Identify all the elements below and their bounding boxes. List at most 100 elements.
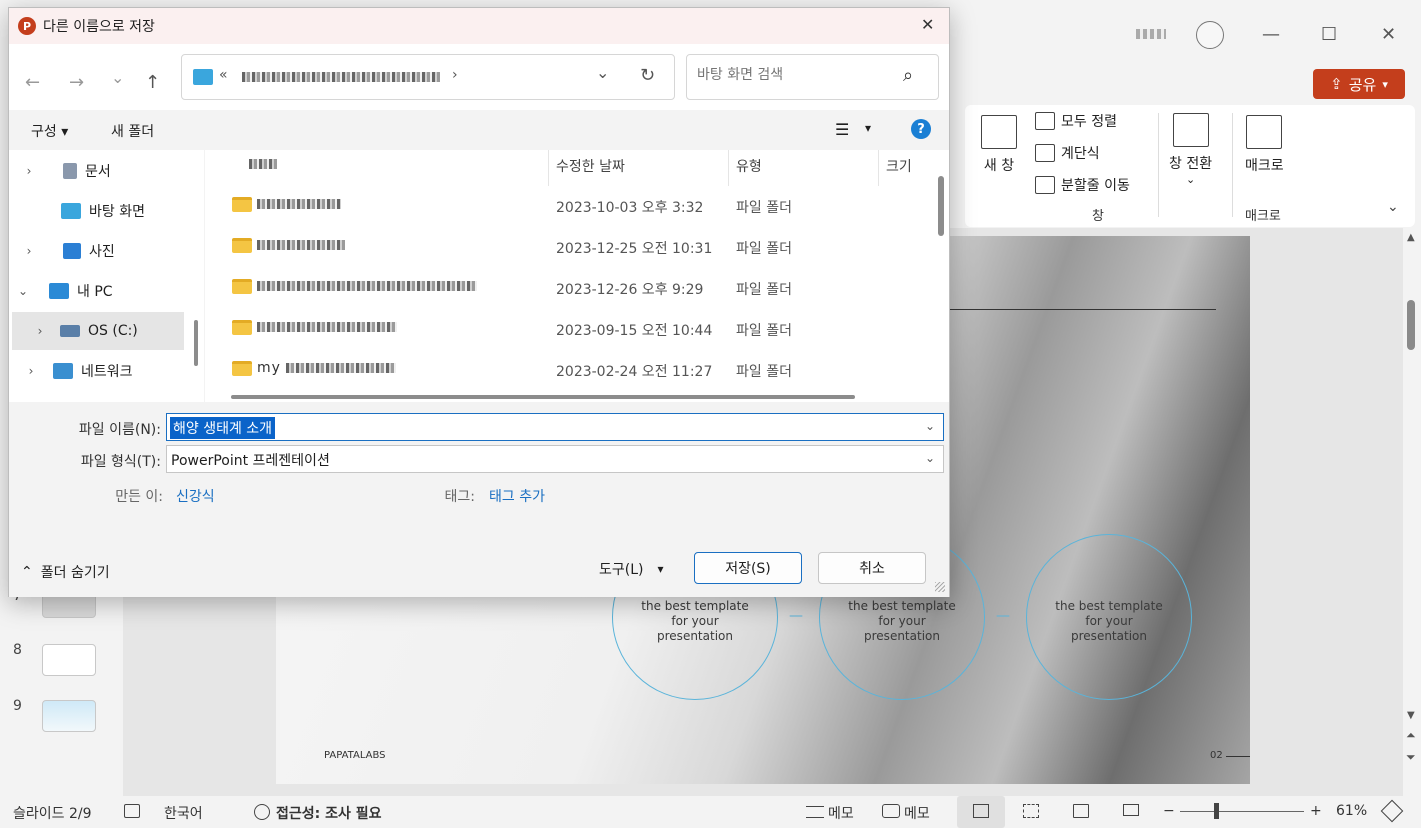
back-button[interactable]: ← <box>25 72 40 93</box>
nav-item-this-pc[interactable]: ⌄ 내 PC <box>9 272 192 310</box>
navigation-scrollbar[interactable] <box>192 150 204 402</box>
avatar[interactable] <box>1196 21 1224 49</box>
comments-button[interactable]: 메모 <box>904 803 930 823</box>
chevron-right-icon[interactable]: › <box>9 364 53 378</box>
search-input[interactable] <box>697 67 897 83</box>
slide-vertical-scrollbar[interactable]: ▲ ▼ ⏶ ⏷ <box>1403 228 1421 796</box>
next-slide-icon[interactable]: ⏷ <box>1406 750 1416 765</box>
dialog-close-icon[interactable]: ✕ <box>921 15 934 34</box>
notes-button[interactable]: 메모 <box>828 803 854 823</box>
column-header-date[interactable]: 수정한 날짜 <box>556 156 625 176</box>
column-header-type[interactable]: 유형 <box>736 156 762 176</box>
scroll-up-icon[interactable]: ▲ <box>1407 232 1415 243</box>
cancel-button[interactable]: 취소 <box>818 552 926 584</box>
filename-value[interactable]: 해양 생태계 소개 <box>170 417 276 439</box>
address-overflow[interactable]: « <box>219 67 228 83</box>
column-separator[interactable] <box>728 150 729 186</box>
minimize-button[interactable]: — <box>1262 24 1280 45</box>
chevron-down-icon: ⌄ <box>1185 173 1196 186</box>
address-bar[interactable]: « › ⌄ ↻ <box>181 54 675 100</box>
column-name-pixelated <box>249 159 277 169</box>
view-options-icon[interactable]: ☰ <box>835 120 849 139</box>
scroll-down-icon[interactable]: ▼ <box>1407 710 1415 721</box>
save-button[interactable]: 저장(S) <box>694 552 802 584</box>
maximize-button[interactable]: ☐ <box>1321 24 1337 45</box>
up-button[interactable]: ↑ <box>145 72 160 93</box>
slideshow-icon[interactable] <box>1123 804 1139 816</box>
view-options-dropdown[interactable]: ▾ <box>865 121 871 135</box>
recent-locations-icon[interactable]: ⌄ <box>111 68 124 87</box>
nav-item-os-c[interactable]: › OS (C:) <box>12 312 184 350</box>
ribbon-collapse-icon[interactable]: ⌄ <box>1387 199 1399 215</box>
chevron-right-icon[interactable]: › <box>9 244 49 258</box>
column-separator[interactable] <box>878 150 879 186</box>
cascade-button[interactable]: 계단식 <box>1035 143 1100 163</box>
accessibility-icon[interactable] <box>254 804 270 820</box>
accessibility-status[interactable]: 접근성: 조사 필요 <box>276 803 382 823</box>
arrange-all-label: 모두 정렬 <box>1061 114 1117 130</box>
table-row[interactable]: my 2023-02-24 오전 11:27 파일 폴더 <box>205 350 935 386</box>
organize-menu[interactable]: 구성 ▾ <box>31 121 68 141</box>
slide-count[interactable]: 슬라이드 2/9 <box>13 803 92 823</box>
macros-button[interactable]: 매크로 <box>1245 115 1284 175</box>
nav-item-desktop[interactable]: 바탕 화면 <box>9 192 192 230</box>
close-button[interactable]: ✕ <box>1381 24 1396 45</box>
new-folder-button[interactable]: 새 폴더 <box>111 121 154 141</box>
chevron-down-icon[interactable]: ⌄ <box>925 419 935 433</box>
share-label: 공유 <box>1348 75 1377 94</box>
help-icon[interactable]: ? <box>911 119 931 139</box>
file-name-pixelated <box>286 363 397 373</box>
filename-input[interactable]: 해양 생태계 소개 ⌄ <box>166 413 944 441</box>
chevron-right-icon[interactable]: › <box>9 164 49 178</box>
address-dropdown-icon[interactable]: ⌄ <box>596 63 609 82</box>
forward-button[interactable]: → <box>69 72 84 93</box>
author-value[interactable]: 신강식 <box>176 486 215 506</box>
nav-item-label: 사진 <box>89 244 115 260</box>
scroll-thumb[interactable] <box>194 320 198 366</box>
chevron-down-icon[interactable]: ⌄ <box>925 451 935 465</box>
chevron-down-icon[interactable]: ⌄ <box>9 284 37 298</box>
switch-windows-button[interactable]: 창 전환 ⌄ <box>1169 113 1212 186</box>
fit-slide-icon[interactable] <box>1380 799 1404 823</box>
zoom-slider-thumb[interactable] <box>1214 803 1219 819</box>
new-window-button[interactable]: 새 창 <box>981 115 1017 175</box>
scroll-thumb[interactable] <box>1407 300 1415 350</box>
filetype-select[interactable]: PowerPoint 프레젠테이션 ⌄ <box>166 445 944 473</box>
arrange-all-button[interactable]: 모두 정렬 <box>1035 111 1117 131</box>
zoom-out-button[interactable]: − <box>1163 803 1175 819</box>
zoom-in-button[interactable]: + <box>1310 803 1322 819</box>
hide-folders-button[interactable]: ⌃ 폴더 숨기기 <box>21 562 110 582</box>
table-row[interactable]: 2023-12-25 오전 10:31 파일 폴더 <box>205 227 935 268</box>
file-list-horizontal-scrollbar[interactable] <box>231 395 855 399</box>
user-pixelated-name <box>1136 29 1166 39</box>
slide-thumbnail[interactable] <box>42 644 96 676</box>
reading-view-icon[interactable] <box>1073 804 1089 818</box>
zoom-level[interactable]: 61% <box>1336 803 1367 819</box>
prev-slide-icon[interactable]: ⏶ <box>1406 728 1416 743</box>
table-row[interactable]: 2023-10-03 오후 3:32 파일 폴더 <box>205 186 935 227</box>
column-header-size[interactable]: 크기 <box>886 156 912 176</box>
slide-sorter-icon[interactable] <box>1023 804 1039 818</box>
zoom-slider-track[interactable] <box>1180 811 1304 812</box>
spellcheck-icon[interactable] <box>124 804 140 818</box>
search-box[interactable]: ⌕ <box>686 54 939 100</box>
refresh-icon[interactable]: ↻ <box>640 65 655 86</box>
slide-thumbnail[interactable] <box>42 700 96 732</box>
address-chevron[interactable]: › <box>452 67 458 83</box>
move-split-button[interactable]: 분할줄 이동 <box>1035 175 1130 195</box>
file-list-vertical-scrollbar[interactable] <box>938 176 944 236</box>
file-type: 파일 폴더 <box>736 200 792 216</box>
column-separator[interactable] <box>548 150 549 186</box>
language[interactable]: 한국어 <box>164 803 203 823</box>
tags-value[interactable]: 태그 추가 <box>489 486 545 506</box>
table-row[interactable]: 2023-12-26 오후 9:29 파일 폴더 <box>205 268 935 309</box>
table-row[interactable]: 2023-09-15 오전 10:44 파일 폴더 <box>205 309 935 350</box>
nav-item-documents[interactable]: › 문서 <box>9 152 192 190</box>
slide-circle-3: the best template for your presentation <box>1026 534 1192 700</box>
share-button[interactable]: ⇪ 공유 ▾ <box>1313 69 1405 99</box>
tools-menu[interactable]: 도구(L) ▾ <box>599 559 664 579</box>
nav-item-pictures[interactable]: › 사진 <box>9 232 192 270</box>
chevron-down-icon: ▾ <box>657 562 664 576</box>
nav-item-network[interactable]: › 네트워크 <box>9 352 192 390</box>
resize-grip-icon[interactable] <box>935 582 945 592</box>
